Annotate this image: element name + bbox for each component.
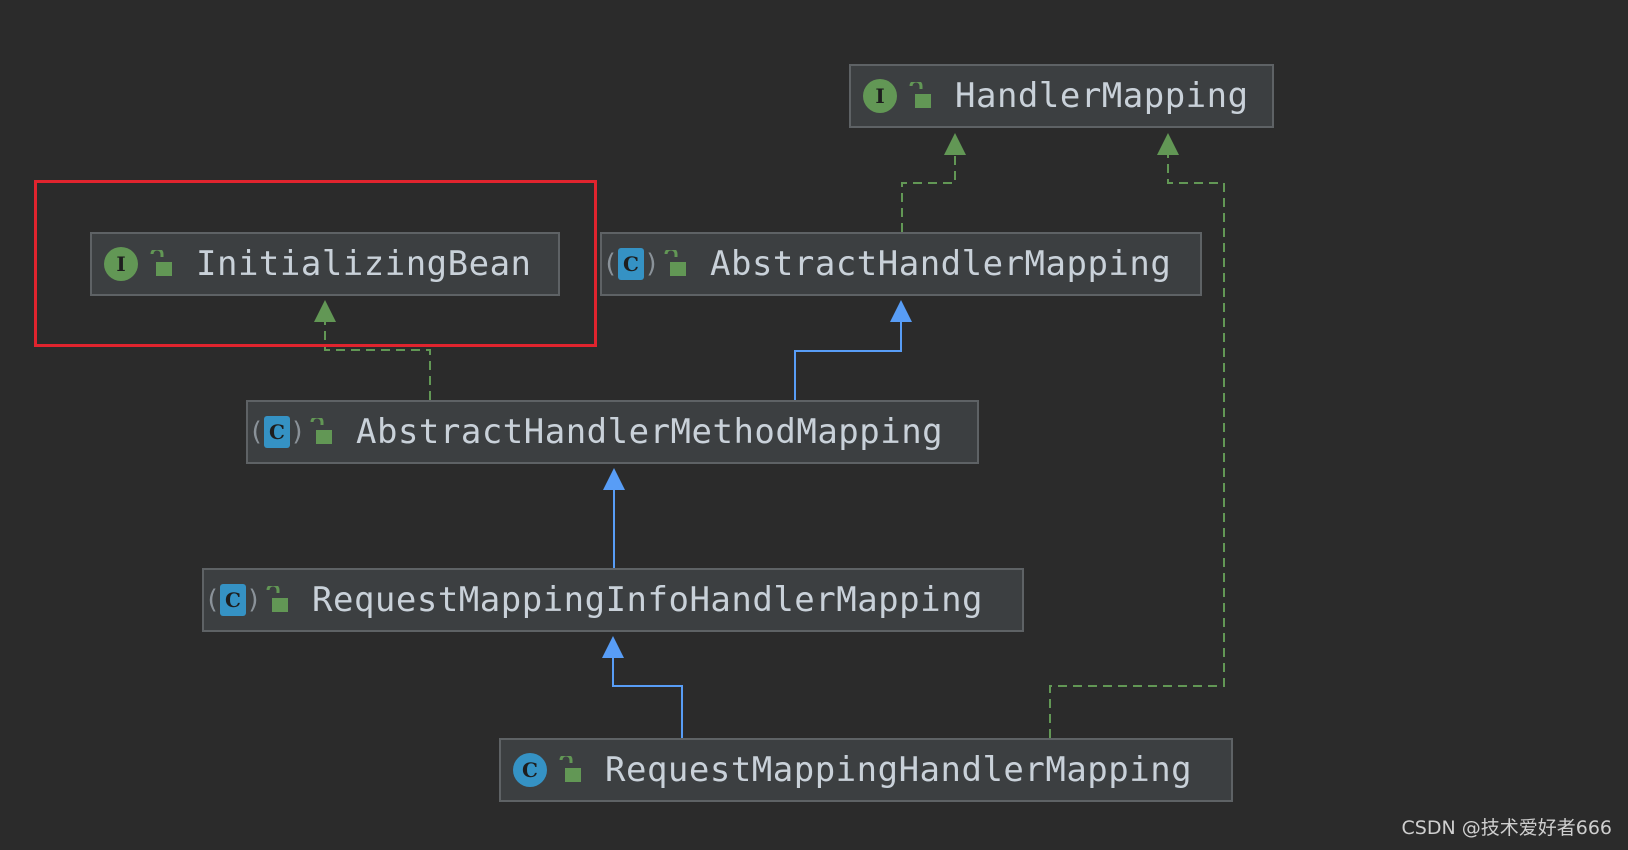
node-label: HandlerMapping [955, 76, 1249, 116]
edge-extends-abstracthandlermethodmapping-abstracthandlermapping [794, 322, 902, 400]
diagram-canvas: I HandlerMapping I InitializingBean (C) … [0, 0, 1628, 850]
unlocked-padlock-icon [909, 82, 931, 108]
node-handlermapping[interactable]: I HandlerMapping [849, 64, 1274, 128]
node-label: AbstractHandlerMethodMapping [356, 412, 944, 452]
edge-extends-requestmappinghandlermapping-requestmappinginfohandlermapping [612, 658, 683, 738]
watermark: CSDN @技术爱好者666 [1401, 817, 1612, 839]
node-requestmappinginfohandlermapping[interactable]: (C) RequestMappingInfoHandlerMapping [202, 568, 1024, 632]
edge-implements-abstracthandlermapping-handlermapping [901, 155, 956, 232]
unlocked-padlock-icon [664, 250, 686, 276]
arrowhead-extends [603, 468, 625, 490]
node-requestmappinghandlermapping[interactable]: C RequestMappingHandlerMapping [499, 738, 1233, 802]
arrowhead-extends [602, 636, 624, 658]
node-label: RequestMappingHandlerMapping [605, 750, 1193, 790]
unlocked-padlock-icon [559, 756, 581, 782]
abstract-class-icon: (C) [248, 416, 306, 448]
node-abstracthandlermapping[interactable]: (C) AbstractHandlerMapping [600, 232, 1202, 296]
node-label: RequestMappingInfoHandlerMapping [312, 580, 984, 620]
unlocked-padlock-icon [310, 418, 332, 444]
arrowhead-implements [944, 133, 966, 155]
arrowhead-implements [1157, 133, 1179, 155]
node-abstracthandlermethodmapping[interactable]: (C) AbstractHandlerMethodMapping [246, 400, 979, 464]
class-icon: C [513, 753, 547, 787]
interface-icon: I [863, 79, 897, 113]
abstract-class-icon: (C) [204, 584, 262, 616]
abstract-class-icon: (C) [602, 248, 660, 280]
arrowhead-extends [890, 300, 912, 322]
node-label: AbstractHandlerMapping [710, 244, 1172, 284]
highlight-box [34, 180, 597, 347]
unlocked-padlock-icon [266, 586, 288, 612]
